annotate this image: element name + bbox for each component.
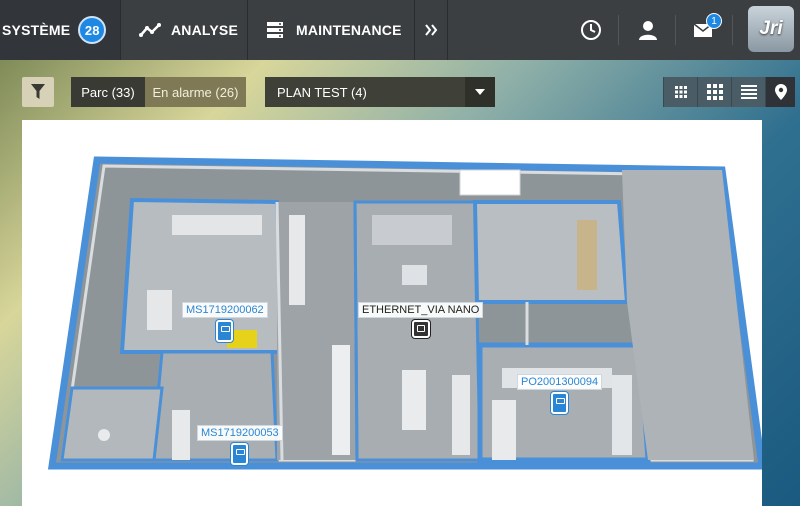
jri-logo[interactable]: Jri: [748, 6, 794, 52]
nav-maintenance[interactable]: MAINTENANCE: [248, 0, 414, 60]
filter-icon: [31, 84, 45, 99]
sensor-marker[interactable]: ETHERNET_VIA NANO: [358, 302, 484, 338]
plan-select[interactable]: PLAN TEST (4): [265, 77, 495, 107]
sensor-marker[interactable]: MS1719200053: [197, 425, 283, 465]
sensor-label: ETHERNET_VIA NANO: [358, 302, 484, 318]
nav-systeme-label: SYSTÈME: [2, 22, 71, 38]
sensor-label: PO2001300094: [517, 374, 603, 390]
view-list-button[interactable]: [731, 77, 765, 107]
grid-large-icon: [706, 84, 723, 100]
grid-small-icon: [674, 86, 687, 98]
map-pin-icon: [774, 84, 787, 100]
view-map-button[interactable]: [765, 77, 795, 107]
mail-button[interactable]: 1: [692, 13, 722, 41]
sensor-device-icon: [216, 320, 234, 342]
plan-select-arrow[interactable]: [465, 77, 495, 107]
sensor-device-icon: [231, 443, 249, 465]
gateway-device-icon: [411, 320, 430, 338]
filter-button[interactable]: [22, 77, 54, 107]
sensor-label: MS1719200053: [197, 425, 283, 441]
system-count-badge: 28: [78, 16, 107, 44]
user-icon[interactable]: [637, 19, 659, 41]
floor-plan-view[interactable]: MS1719200062 ETHERNET_VIA NANO PO2001300…: [22, 120, 762, 506]
nav-systeme[interactable]: SYSTÈME 28: [0, 0, 120, 60]
clock-icon[interactable]: [580, 19, 602, 41]
plan-select-value: PLAN TEST (4): [277, 84, 367, 100]
double-chevron-icon: [425, 24, 438, 36]
view-grid-large-button[interactable]: [697, 77, 731, 107]
nav-more-button[interactable]: [415, 0, 447, 60]
server-icon: [267, 22, 283, 38]
chart-line-icon: [139, 23, 161, 37]
nav-analyse-label: ANALYSE: [171, 22, 239, 38]
caret-down-icon: [475, 89, 485, 95]
tab-parc[interactable]: Parc (33): [71, 77, 145, 107]
sensor-device-icon: [551, 392, 569, 414]
list-icon: [740, 85, 757, 99]
sensor-marker[interactable]: MS1719200062: [182, 302, 268, 342]
sensor-marker[interactable]: PO2001300094: [517, 374, 603, 414]
sensor-label: MS1719200062: [182, 302, 268, 318]
mail-count-badge: 1: [706, 13, 722, 29]
top-navigation: SYSTÈME 28 ANALYSE MAINTENANCE 1 Jri: [0, 0, 800, 60]
nav-maintenance-label: MAINTENANCE: [296, 22, 402, 38]
tab-en-alarme[interactable]: En alarme (26): [145, 77, 246, 107]
view-grid-small-button[interactable]: [663, 77, 697, 107]
nav-analyse[interactable]: ANALYSE: [121, 0, 247, 60]
